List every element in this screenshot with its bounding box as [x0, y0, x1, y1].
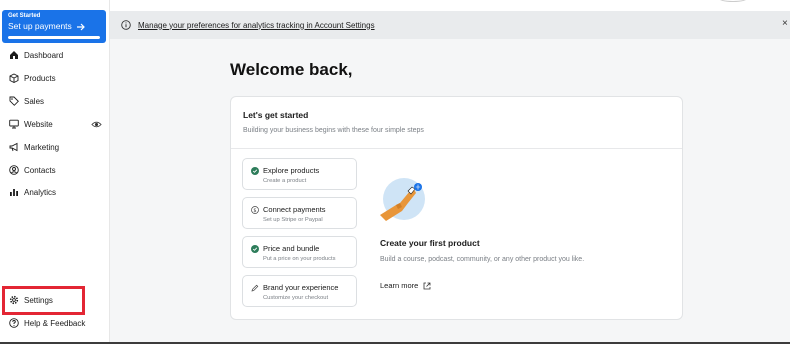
sidebar-item-label: Website — [24, 119, 53, 129]
learn-more-link[interactable]: Learn more — [380, 281, 431, 290]
product-illustration — [380, 178, 425, 221]
settings-highlight-box — [2, 286, 85, 315]
step-subtitle: Customize your checkout — [263, 295, 329, 301]
sidebar-item-label: Sales — [24, 96, 45, 106]
check-circle-icon — [251, 167, 259, 175]
sidebar-item-label: Marketing — [24, 142, 60, 152]
help-icon — [9, 318, 19, 328]
sidebar-item-website[interactable]: Website — [0, 114, 110, 134]
step-title: Brand your experience — [263, 283, 339, 292]
get-started-card: Let's get started Building your business… — [230, 96, 683, 320]
card-subtitle: Building your business begins with these… — [243, 127, 424, 134]
step-subtitle: Put a price on your products — [263, 256, 336, 262]
step-brand-your-experience[interactable]: Brand your experience Customize your che… — [242, 275, 357, 307]
sidebar-item-help-feedback[interactable]: Help & Feedback — [0, 313, 110, 333]
step-explore-products[interactable]: Explore products Create a product — [242, 158, 357, 190]
analytics-settings-link[interactable]: Manage your preferences for analytics tr… — [138, 21, 375, 30]
step-subtitle: Create a product — [263, 178, 307, 184]
bar-chart-icon — [10, 189, 18, 196]
box-icon — [9, 73, 19, 83]
sidebar-item-label: Help & Feedback — [24, 318, 86, 328]
get-started-title: Get Started — [8, 13, 41, 19]
sidebar-item-label: Analytics — [24, 187, 57, 197]
check-circle-icon — [251, 245, 259, 253]
sidebar-item-label: Dashboard — [24, 50, 64, 60]
sidebar-item-sales[interactable]: Sales — [0, 91, 110, 111]
step-connect-payments[interactable]: $ Connect payments Set up Stripe or Payp… — [242, 197, 357, 229]
learn-more-label: Learn more — [380, 281, 419, 290]
step-subtitle: Set up Stripe or Paypal — [263, 217, 323, 223]
close-icon[interactable]: × — [782, 19, 790, 29]
set-up-payments-label: Set up payments — [8, 21, 72, 31]
sidebar-item-analytics[interactable]: Analytics — [0, 182, 110, 202]
sidebar-item-dashboard[interactable]: Dashboard — [0, 45, 110, 65]
sidebar-item-contacts[interactable]: Contacts — [0, 160, 110, 180]
get-started-banner[interactable]: Get Started Set up payments — [2, 10, 106, 43]
setup-progress-fill — [8, 36, 100, 39]
step-price-and-bundle[interactable]: Price and bundle Put a price on your pro… — [242, 236, 357, 268]
sidebar-item-label: Contacts — [24, 165, 56, 175]
tag-icon — [9, 96, 19, 106]
monitor-icon — [9, 119, 19, 129]
page-title: Welcome back, — [230, 60, 353, 79]
dollar-circle-icon: $ — [251, 206, 259, 214]
sidebar-item-products[interactable]: Products — [0, 68, 110, 88]
sidebar-item-marketing[interactable]: Marketing — [0, 137, 110, 157]
pencil-icon — [251, 284, 259, 292]
info-icon — [121, 20, 131, 30]
eye-icon[interactable] — [91, 119, 102, 130]
card-title: Let's get started — [243, 110, 309, 120]
svg-text:$: $ — [253, 208, 256, 214]
divider — [231, 148, 682, 149]
step-title: Explore products — [263, 166, 320, 175]
user-circle-icon — [9, 165, 19, 175]
window-corner-decoration — [718, 0, 748, 2]
sidebar: Get Started Set up payments Dashboard Pr… — [0, 0, 110, 344]
analytics-notice-banner: Manage your preferences for analytics tr… — [110, 11, 790, 39]
step-title: Connect payments — [263, 205, 326, 214]
feature-subtitle: Build a course, podcast, community, or a… — [380, 256, 585, 263]
setup-progress-bar — [8, 36, 100, 39]
home-icon — [10, 51, 18, 59]
external-link-icon — [423, 282, 431, 289]
top-strip — [110, 0, 790, 11]
megaphone-icon — [9, 142, 18, 152]
sidebar-item-label: Products — [24, 73, 56, 83]
arrow-right-icon — [76, 23, 85, 30]
step-title: Price and bundle — [263, 244, 320, 253]
feature-title: Create your first product — [380, 238, 480, 248]
